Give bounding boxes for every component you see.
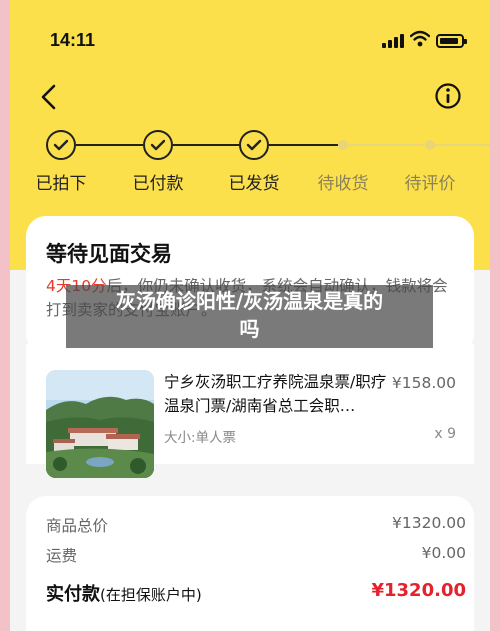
status-time: 14:11 (50, 30, 96, 50)
step-label: 已拍下 (35, 174, 87, 194)
step-label: 已发货 (228, 174, 280, 194)
product-quantity: x 9 (434, 426, 456, 442)
check-icon (239, 130, 269, 160)
product-card[interactable]: 宁乡灰汤职工疗养院温泉票/职疗温泉门票/湖南省总工会职… ¥158.00 大小:… (26, 344, 474, 478)
product-title[interactable]: 宁乡灰汤职工疗养院温泉票/职疗温泉门票/湖南省总工会职… (164, 370, 400, 418)
signal-icon (382, 34, 404, 48)
caption-line-2: 吗 (239, 317, 260, 341)
step-receive: 待收货 (307, 130, 379, 194)
nav-bar (10, 78, 490, 114)
status-bar: 14:11 (10, 24, 490, 58)
goods-total-row: 商品总价 ¥1320.00 (46, 514, 466, 538)
paid-note: (在担保账户中) (100, 586, 202, 604)
step-review: 待评价 (394, 130, 466, 194)
check-icon (143, 130, 173, 160)
step-label: 待收货 (317, 174, 369, 194)
shipping-value: ¥0.00 (421, 544, 466, 562)
step-label: 已付款 (132, 174, 184, 194)
price-summary-card: 商品总价 ¥1320.00 运费 ¥0.00 实付款(在担保账户中) ¥1320… (26, 496, 474, 631)
pending-dot-icon (425, 140, 435, 150)
paid-label: 实付款(在担保账户中) (46, 584, 202, 605)
wifi-icon (410, 30, 430, 47)
pending-dot-icon (338, 140, 348, 150)
caption-line-1: 灰汤确诊阳性/灰汤温泉是真的 (115, 289, 384, 313)
battery-icon (436, 34, 467, 48)
check-icon (46, 130, 76, 160)
product-thumbnail[interactable] (46, 370, 154, 478)
paid-total-row: 实付款(在担保账户中) ¥1320.00 (46, 580, 466, 605)
info-circle-icon[interactable] (434, 82, 462, 110)
paid-value: ¥1320.00 (371, 580, 466, 601)
caption-overlay: 灰汤确诊阳性/灰汤温泉是真的 吗 (66, 285, 433, 348)
goods-total-value: ¥1320.00 (392, 514, 466, 532)
order-progress: 已拍下 已付款 已发货 待收货 待评价 (10, 130, 490, 194)
chevron-left-icon[interactable] (34, 82, 64, 112)
goods-total-label: 商品总价 (46, 517, 109, 535)
shipping-label: 运费 (46, 547, 78, 565)
step-paid: 已付款 (122, 130, 194, 194)
step-label: 待评价 (404, 174, 456, 194)
shipping-row: 运费 ¥0.00 (46, 544, 466, 568)
order-status-title: 等待见面交易 (46, 242, 172, 266)
step-placed: 已拍下 (25, 130, 97, 194)
step-shipped: 已发货 (218, 130, 290, 194)
product-spec: 大小:单人票 (164, 430, 237, 446)
product-price: ¥158.00 (391, 374, 456, 392)
paid-label-text: 实付款 (46, 584, 100, 605)
